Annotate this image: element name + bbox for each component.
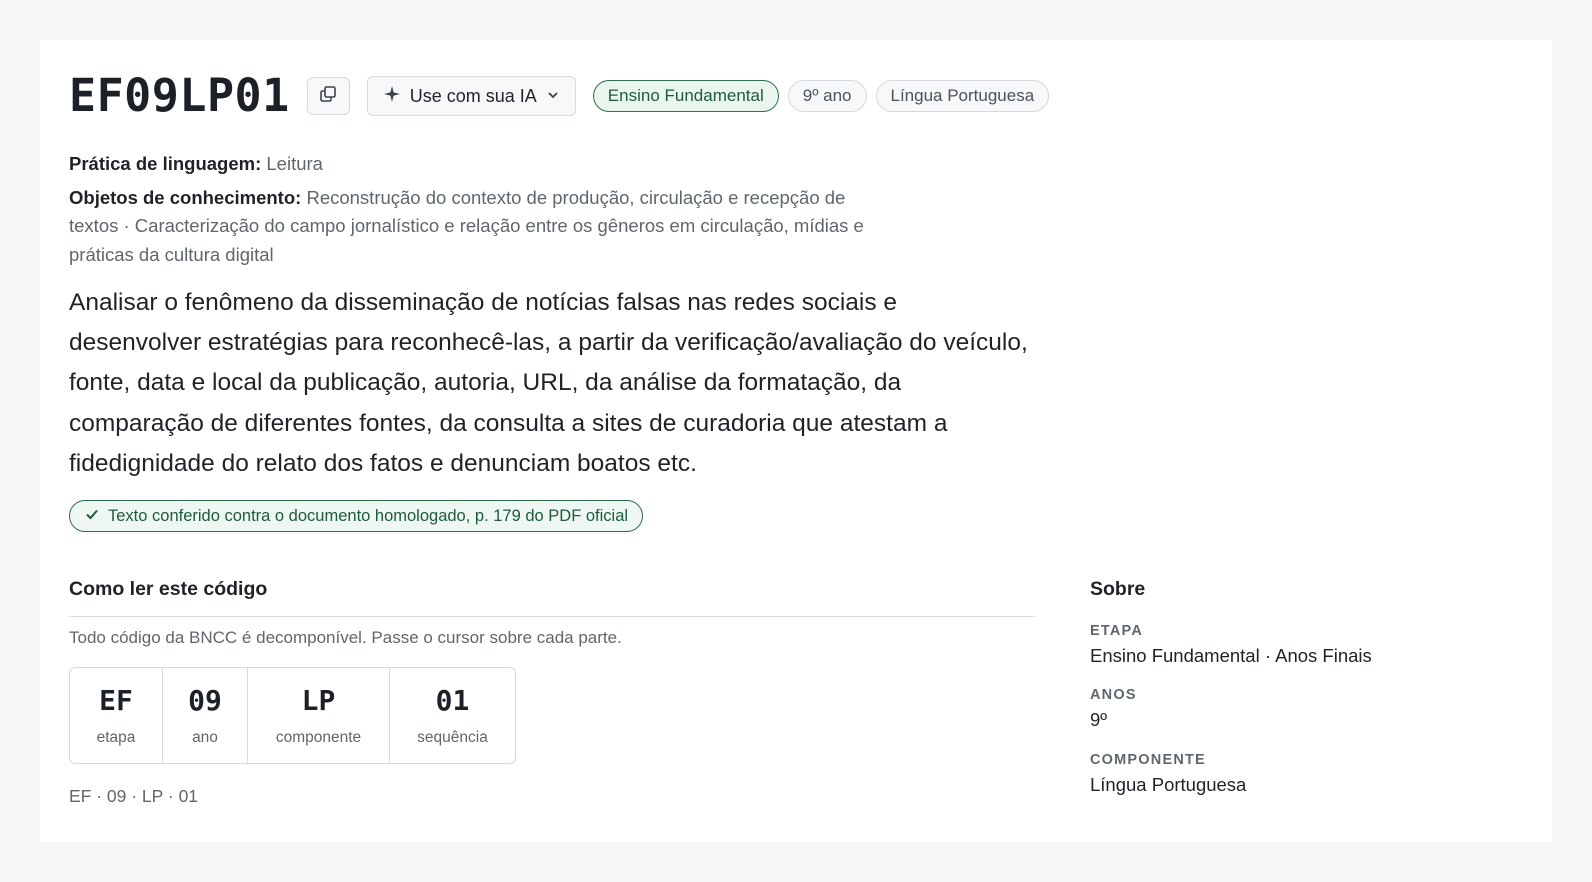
segment-etapa[interactable]: EF etapa xyxy=(70,668,163,763)
tag-etapa[interactable]: Ensino Fundamental xyxy=(592,80,779,112)
segment-label: etapa xyxy=(96,729,136,746)
main-card: EF09LP01 Use com sua IA Ensino Fundament… xyxy=(40,40,1552,842)
use-with-ai-button[interactable]: Use com sua IA xyxy=(366,76,576,116)
segment-code: 01 xyxy=(435,684,470,717)
copy-icon xyxy=(318,84,338,109)
tag-ano[interactable]: 9º ano xyxy=(787,80,867,112)
segment-code: EF xyxy=(99,684,133,717)
about-title: Sobre xyxy=(1090,578,1146,600)
segment-label: sequência xyxy=(417,729,488,746)
about-key: ETAPA xyxy=(1090,623,1143,639)
about-value: Ensino Fundamental · Anos Finais xyxy=(1090,645,1372,666)
pratica-value: Leitura xyxy=(266,153,323,174)
about-item-componente: COMPONENTE Língua Portuguesa xyxy=(1090,752,1510,796)
segment-sequencia[interactable]: 01 sequência xyxy=(390,668,515,763)
header: EF09LP01 Use com sua IA Ensino Fundament… xyxy=(69,69,1058,122)
pratica-line: Prática de linguagem: Leitura xyxy=(69,150,889,179)
objetos-line: Objetos de conhecimento: Reconstrução do… xyxy=(69,184,889,270)
segment-label: ano xyxy=(192,729,218,746)
about-key: COMPONENTE xyxy=(1090,752,1206,768)
segment-ano[interactable]: 09 ano xyxy=(163,668,248,763)
tag-componente[interactable]: Língua Portuguesa xyxy=(875,80,1050,112)
how-to-read-title: Como ler este código xyxy=(69,578,268,600)
skill-description: Analisar o fenômeno da disseminação de n… xyxy=(69,289,1028,477)
divider xyxy=(69,616,1035,617)
about-item-anos: ANOS 9º xyxy=(1090,687,1510,731)
verified-text: Texto conferido contra o documento homol… xyxy=(108,506,629,525)
page-title: EF09LP01 xyxy=(69,69,290,122)
verified-badge: Texto conferido contra o documento homol… xyxy=(69,500,644,532)
how-to-read-section: Como ler este código Todo código da BNCC… xyxy=(69,578,1035,807)
code-breakdown: EF · 09 · LP · 01 xyxy=(69,786,199,806)
about-value: 9º xyxy=(1090,709,1108,730)
segment-componente[interactable]: LP componente xyxy=(248,668,390,763)
segment-label: componente xyxy=(275,729,362,746)
about-panel: Sobre ETAPA Ensino Fundamental · Anos Fi… xyxy=(1090,578,1510,796)
metadata: Prática de linguagem: Leitura Objetos de… xyxy=(69,150,889,269)
segment-code: 09 xyxy=(188,684,222,717)
how-to-read-hint: Todo código da BNCC é decomponível. Pass… xyxy=(69,628,622,647)
check-icon xyxy=(84,506,100,527)
objetos-label: Objetos de conhecimento: xyxy=(69,186,302,208)
about-key: ANOS xyxy=(1090,687,1137,703)
code-segments: EF etapa 09 ano LP componente 01 sequênc… xyxy=(69,667,516,764)
about-value: Língua Portuguesa xyxy=(1090,774,1247,795)
about-item-etapa: ETAPA Ensino Fundamental · Anos Finais xyxy=(1090,623,1510,667)
segment-code: LP xyxy=(301,684,336,717)
use-with-ai-label: Use com sua IA xyxy=(409,85,537,106)
chevron-down-icon xyxy=(546,86,560,107)
pratica-label: Prática de linguagem: xyxy=(69,153,262,174)
copy-button[interactable] xyxy=(306,77,350,115)
sparkle-icon xyxy=(383,85,401,108)
